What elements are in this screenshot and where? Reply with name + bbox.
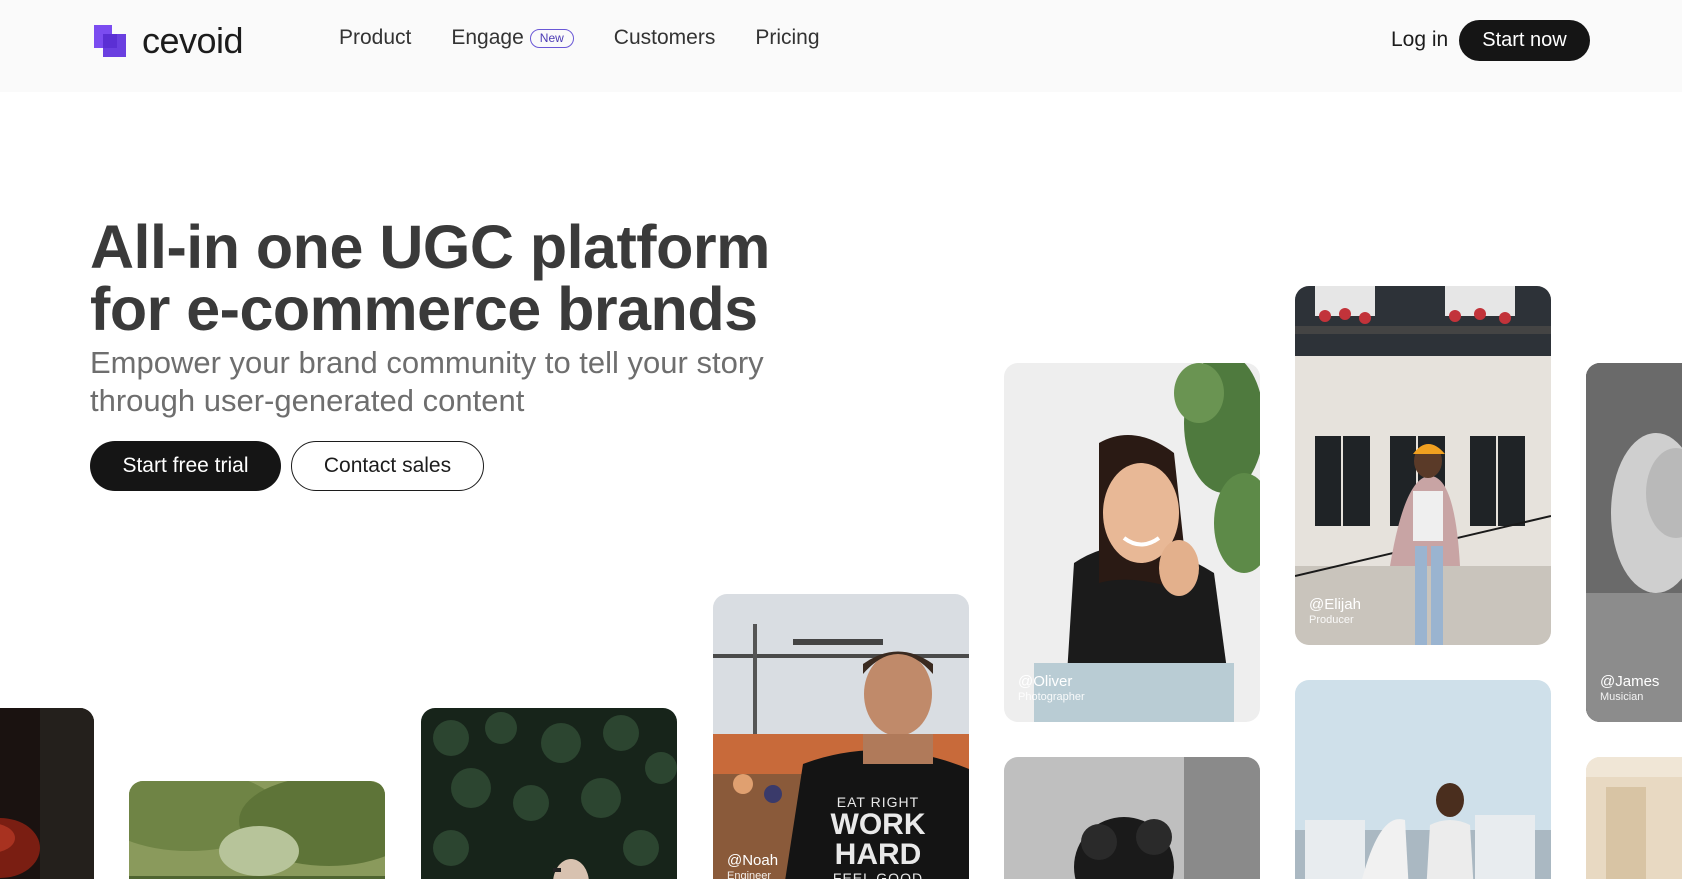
photo-image: [421, 708, 677, 879]
shirt-print: EAT RIGHT WORK HARD FEEL GOOD: [813, 794, 943, 879]
shirt-line: WORK: [830, 808, 926, 841]
login-link[interactable]: Log in: [1391, 28, 1448, 52]
creator-role: Engineer: [727, 870, 772, 879]
nav-item-product[interactable]: Product: [339, 26, 411, 50]
creator-label: @James Musician: [1600, 673, 1659, 704]
new-badge: New: [529, 28, 574, 48]
page: cevoid Product Engage New Customers Pric…: [0, 0, 1682, 879]
photo-image: [1004, 757, 1260, 879]
nav-item-customers[interactable]: Customers: [614, 26, 716, 50]
creator-label: @Elijah Producer: [1309, 596, 1361, 627]
ugc-photo-card-elijah[interactable]: @Elijah Producer: [1295, 286, 1551, 645]
creator-role: Photographer: [1018, 691, 1085, 703]
ugc-photo-card[interactable]: [421, 708, 677, 879]
nav-label: Product: [339, 26, 412, 49]
shirt-line: FEEL GOOD: [832, 870, 924, 879]
photo-image: [1295, 680, 1551, 879]
ugc-photo-card-noah[interactable]: EAT RIGHT WORK HARD FEEL GOOD @Noah Engi…: [713, 594, 969, 879]
shirt-line: HARD: [834, 838, 922, 871]
nav-label: Pricing: [755, 26, 820, 49]
photo-image: [1586, 757, 1682, 879]
photo-image: [1586, 363, 1682, 722]
main-nav: Product Engage New Customers Pricing: [339, 26, 820, 50]
creator-handle: @Noah: [727, 852, 779, 869]
creator-label: @Noah Engineer: [727, 852, 778, 879]
photo-image: [1004, 363, 1260, 722]
ugc-photo-card[interactable]: [129, 781, 385, 879]
nav-label: Customers: [613, 26, 716, 49]
cevoid-logo-icon: [94, 25, 126, 57]
creator-role: Musician: [1600, 691, 1644, 703]
hero-title-line1: All-in one UGC platform: [90, 213, 770, 281]
photo-image: [0, 708, 94, 879]
creator-role: Producer: [1309, 614, 1354, 626]
ugc-photo-card-oliver[interactable]: @Oliver Photographer: [1004, 363, 1260, 722]
ugc-photo-card[interactable]: [0, 708, 94, 879]
creator-handle: @Elijah: [1309, 596, 1361, 613]
hero-subtitle-line2: through user-generated content: [90, 383, 525, 418]
nav-label: Engage: [451, 26, 524, 49]
hero-subtitle-line1: Empower your brand community to tell you…: [90, 345, 764, 380]
photo-image: [129, 781, 385, 879]
creator-handle: @Oliver: [1018, 673, 1073, 690]
ugc-photo-card[interactable]: [1004, 757, 1260, 879]
hero-title-line2: for e-commerce brands: [90, 275, 758, 343]
nav-item-pricing[interactable]: Pricing: [755, 26, 819, 50]
start-free-trial-button[interactable]: Start free trial: [90, 441, 281, 491]
photo-image: [1295, 286, 1551, 645]
logo-wordmark: cevoid: [142, 20, 244, 61]
top-navigation-bar: cevoid Product Engage New Customers Pric…: [0, 0, 1682, 92]
ugc-photo-card[interactable]: [1586, 757, 1682, 879]
hero-subtitle: Empower your brand community to tell you…: [90, 344, 850, 420]
contact-sales-button[interactable]: Contact sales: [291, 441, 484, 491]
brand-logo[interactable]: cevoid: [90, 20, 244, 62]
hero-title: All-in one UGC platform for e-commerce b…: [90, 216, 850, 340]
ugc-photo-card-james[interactable]: @James Musician: [1586, 363, 1682, 722]
creator-handle: @James: [1600, 673, 1660, 690]
nav-item-engage[interactable]: Engage New: [451, 26, 574, 50]
ugc-photo-card[interactable]: [1295, 680, 1551, 879]
creator-label: @Oliver Photographer: [1018, 673, 1085, 704]
start-now-button[interactable]: Start now: [1459, 20, 1590, 61]
